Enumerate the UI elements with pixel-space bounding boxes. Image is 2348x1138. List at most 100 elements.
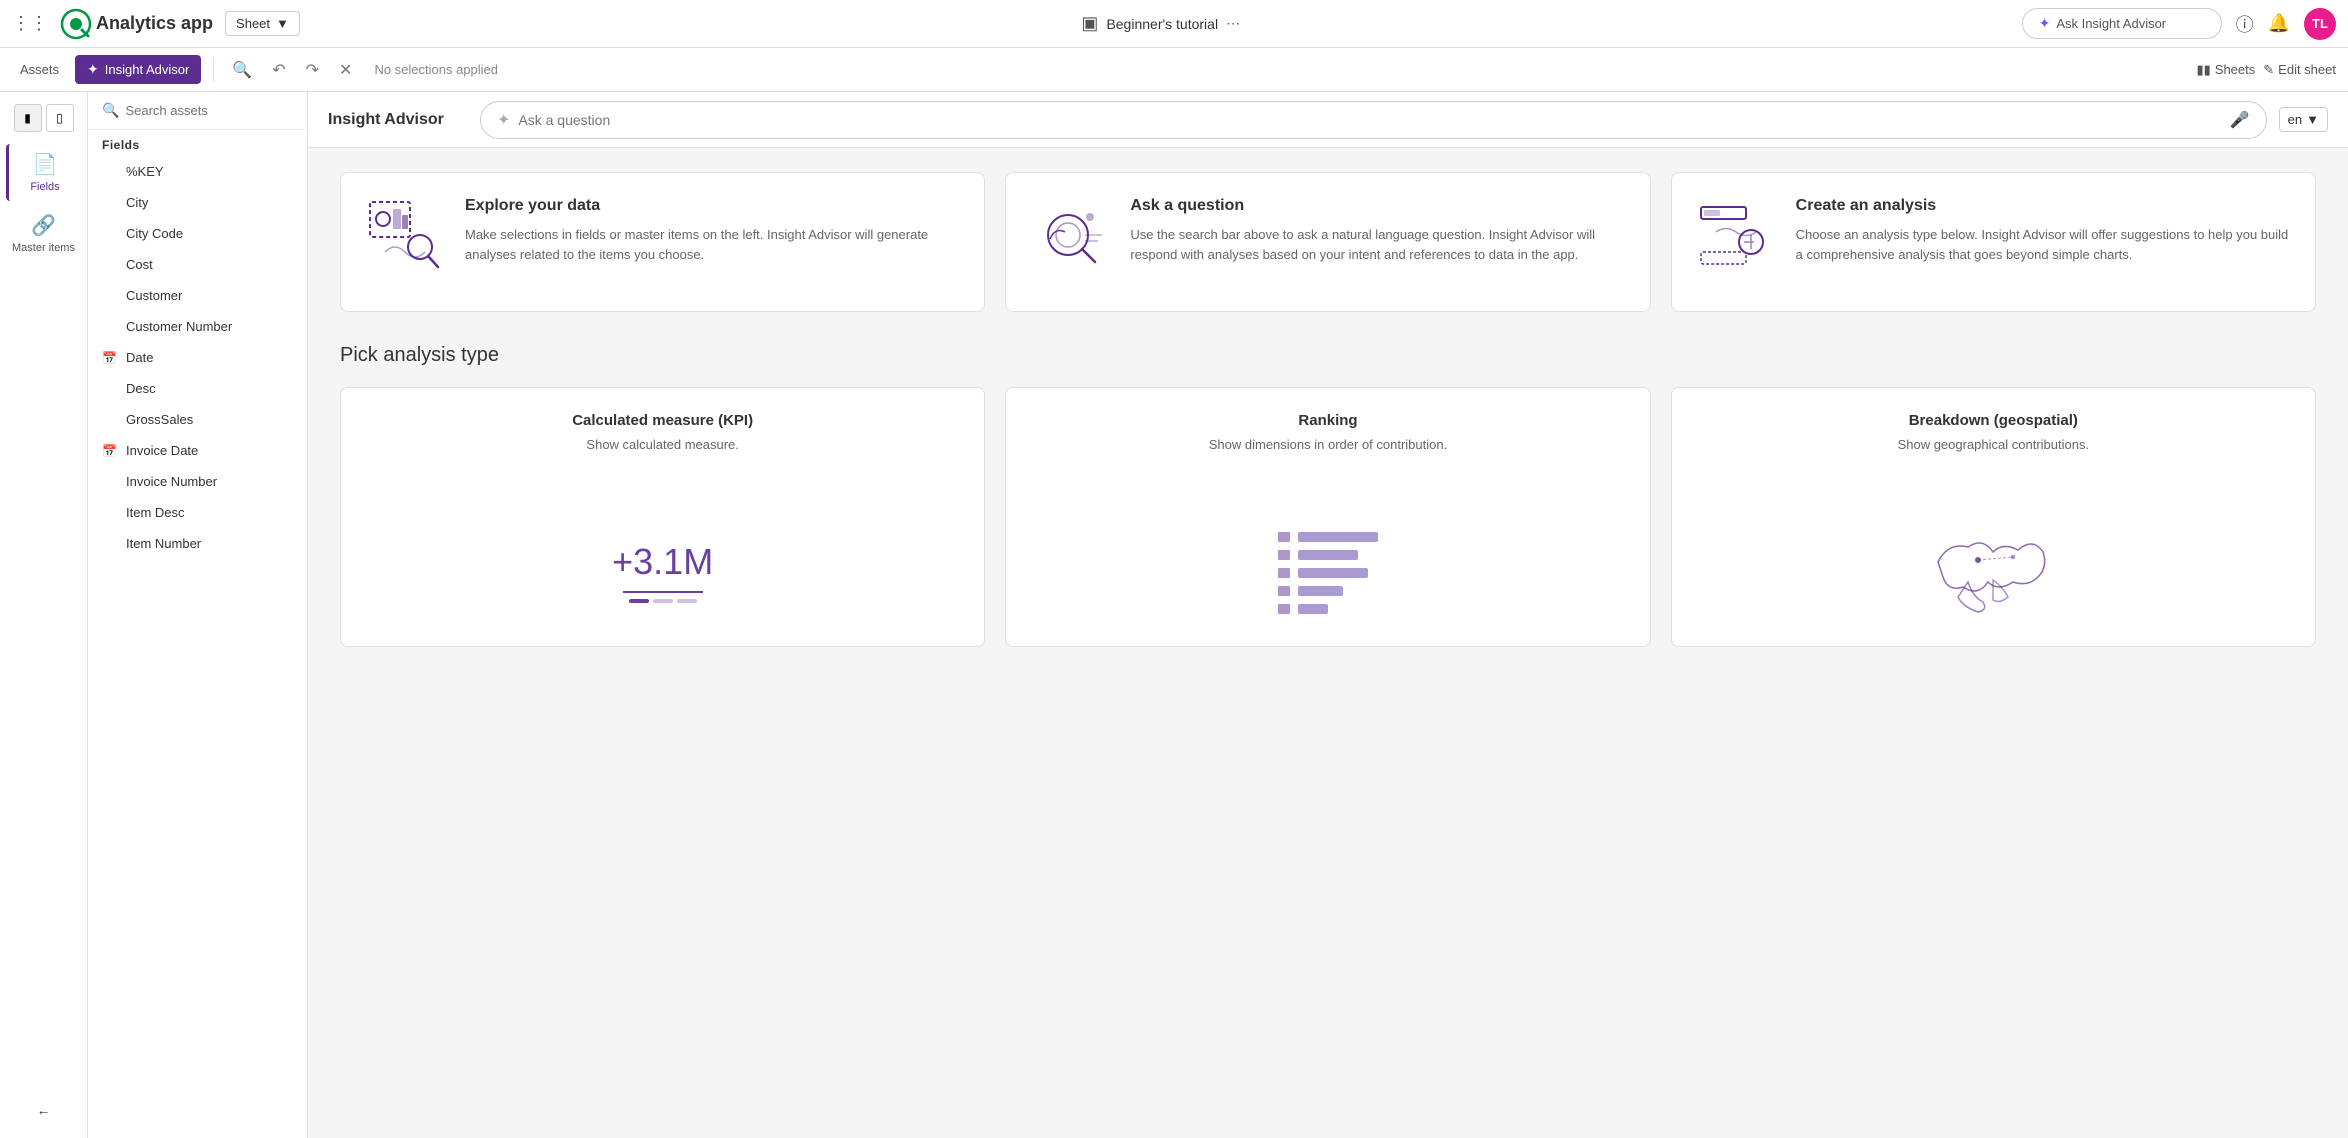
notification-icon[interactable]: 🔔 [2268,13,2290,34]
field-item-customer-number[interactable]: Customer Number [88,311,307,342]
field-item-invoice-number[interactable]: Invoice Number [88,466,307,497]
nav-center: ▣ Beginner's tutorial ⋯ [312,13,2010,34]
field-item--key[interactable]: %KEY [88,156,307,187]
language-selector[interactable]: en ▼ [2279,107,2328,132]
insight-advisor-tab[interactable]: ✦ Insight Advisor [75,55,201,84]
link-icon: 🔗 [31,213,56,238]
insight-advisor-label: Insight Advisor [105,62,190,77]
ask-bar[interactable]: ✦ 🎤 [480,101,2267,139]
ia-title: Insight Advisor [328,111,468,129]
geo-visual [1696,522,2291,622]
kpi-analysis-card[interactable]: Calculated measure (KPI) Show calculated… [340,387,985,647]
clear-selections-icon[interactable]: ✕ [333,56,358,84]
ranking-analysis-card[interactable]: Ranking Show dimensions in order of cont… [1005,387,1650,647]
field-item-date[interactable]: 📅Date [88,342,307,373]
qlik-logo-svg [60,8,92,40]
explore-data-desc: Make selections in fields or master item… [465,225,960,264]
redo-icon[interactable]: ↷ [300,56,325,84]
create-analysis-card[interactable]: Create an analysis Choose an analysis ty… [1671,172,2316,312]
create-analysis-title: Create an analysis [1796,197,2291,215]
ia-header: Insight Advisor ✦ 🎤 en ▼ [308,92,2348,148]
search-icon: 🔍 [102,102,119,119]
create-analysis-icon [1696,197,1776,277]
ask-insight-label: Ask Insight Advisor [2056,16,2166,31]
explore-data-card[interactable]: Explore your data Make selections in fie… [340,172,985,312]
panel-view-toggle-2[interactable]: ▯ [46,104,74,132]
ranking-title: Ranking [1298,412,1357,429]
toolbar-right: ▮▮ Sheets ✎ Edit sheet [2196,62,2336,78]
ask-question-icon [1030,197,1110,277]
ask-insight-advisor-button[interactable]: ✦ Ask Insight Advisor [2022,8,2222,39]
search-icon[interactable]: 🔍 [226,56,258,84]
field-item-city-code[interactable]: City Code [88,218,307,249]
undo-icon[interactable]: ↶ [266,56,291,84]
sheet-dropdown[interactable]: Sheet ▼ [225,11,300,36]
assets-button[interactable]: Assets [12,58,67,81]
sidebar-item-fields[interactable]: 📄 Fields [6,144,82,201]
explore-data-content: Explore your data Make selections in fie… [465,197,960,264]
fields-panel: 🔍 Fields %KEY City City CodeCostCustomer Cu… [88,92,308,1138]
tutorial-label: Beginner's tutorial [1106,16,1218,32]
content-area: Insight Advisor ✦ 🎤 en ▼ [308,92,2348,1138]
edit-sheet-label: Edit sheet [2278,62,2336,77]
content-scroll: Explore your data Make selections in fie… [308,148,2348,1138]
ranking-desc: Show dimensions in order of contribution… [1209,437,1447,452]
explore-data-title: Explore your data [465,197,960,215]
left-panel: ▮ ▯ 📄 Fields 🔗 Master items ← [0,92,88,1138]
ask-question-desc: Use the search bar above to ask a natura… [1130,225,1625,264]
lang-code: en [2288,112,2302,127]
ask-question-input[interactable] [518,112,2221,128]
panel-view-toggle-1[interactable]: ▮ [14,104,42,132]
field-item-desc[interactable]: Desc [88,373,307,404]
edit-sheet-button[interactable]: ✎ Edit sheet [2263,62,2336,78]
geospatial-desc: Show geographical contributions. [1898,437,2090,452]
kpi-dots [629,599,697,603]
fields-label: Fields [30,181,59,193]
field-name: GrossSales [126,412,193,427]
field-list: %KEY City City CodeCostCustomer Customer Nu… [88,156,307,1138]
explore-data-icon [365,197,445,277]
assets-label: Assets [20,62,59,77]
help-icon[interactable]: ⓘ [2236,11,2254,37]
field-item-city[interactable]: City [88,187,307,218]
field-name: Desc [126,381,156,396]
sidebar-item-master-items[interactable]: 🔗 Master items [6,205,82,262]
field-item-item-number[interactable]: Item Number [88,528,307,559]
microphone-icon[interactable]: 🎤 [2230,110,2250,130]
ask-question-card[interactable]: Ask a question Use the search bar above … [1005,172,1650,312]
geospatial-analysis-card[interactable]: Breakdown (geospatial) Show geographical… [1671,387,2316,647]
geospatial-title: Breakdown (geospatial) [1909,412,2078,429]
kpi-underline [623,591,703,593]
collapse-panel-button[interactable]: ← [6,1094,82,1126]
ask-bar-spark-icon: ✦ [497,110,510,130]
create-analysis-content: Create an analysis Choose an analysis ty… [1796,197,2291,264]
grid-menu-icon[interactable]: ⋮⋮ [12,13,48,34]
field-item-customer[interactable]: Customer [88,280,307,311]
fields-icon: 📄 [33,152,58,177]
lang-chevron-icon: ▼ [2306,112,2319,127]
pick-analysis-section: Pick analysis type Calculated measure (K… [340,344,2316,647]
qlik-logo[interactable]: Analytics app [60,8,213,40]
info-cards-row: Explore your data Make selections in fie… [340,172,2316,312]
field-item-grosssales[interactable]: GrossSales [88,404,307,435]
arrow-left-icon: ← [37,1102,51,1118]
field-item-cost[interactable]: Cost [88,249,307,280]
field-name: Item Number [126,536,201,551]
master-items-label: Master items [12,242,75,254]
field-item-invoice-date[interactable]: 📅Invoice Date [88,435,307,466]
fields-section-header: Fields [88,130,307,156]
top-nav: ⋮⋮ Analytics app Sheet ▼ ▣ Beginner's tu… [0,0,2348,48]
field-name: Date [126,350,153,365]
search-assets-input[interactable] [125,103,293,118]
spark-icon: ✦ [2039,15,2051,32]
geo-chart-svg [1928,522,2058,622]
search-assets-bar: 🔍 [88,92,307,130]
field-item-item-desc[interactable]: Item Desc [88,497,307,528]
more-options-icon[interactable]: ⋯ [1226,15,1240,32]
sheets-button[interactable]: ▮▮ Sheets [2196,62,2255,78]
avatar[interactable]: TL [2304,8,2336,40]
insight-star-icon: ✦ [87,61,99,78]
field-name: Customer Number [126,319,232,334]
kpi-value: +3.1M [612,541,713,583]
field-name: City [126,195,148,210]
